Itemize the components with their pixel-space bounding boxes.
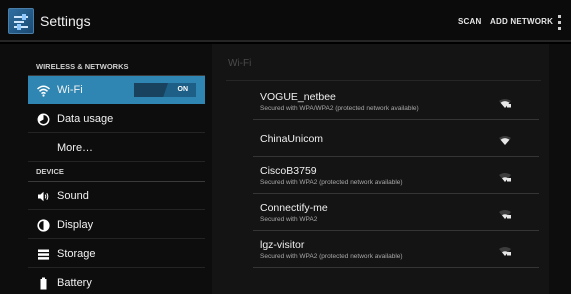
network-status: Secured with WPA2 bbox=[260, 216, 318, 223]
sidebar-item-wifi[interactable]: Wi-Fi ON bbox=[28, 76, 205, 104]
sidebar-item-label: Storage bbox=[57, 248, 96, 260]
speaker-icon bbox=[38, 191, 49, 202]
section-header-wireless: WIRELESS & NETWORKS bbox=[28, 56, 205, 76]
sidebar-item-label: Data usage bbox=[57, 113, 114, 125]
wifi-icon bbox=[37, 85, 50, 97]
sidebar-item-more[interactable]: More… bbox=[28, 134, 205, 162]
sidebar-item-battery[interactable]: Battery bbox=[28, 269, 205, 294]
network-name: Connectify-me bbox=[260, 202, 328, 214]
sidebar-item-label: Battery bbox=[57, 277, 92, 289]
sidebar-item-data-usage[interactable]: Data usage bbox=[28, 105, 205, 133]
action-bar: Settings SCAN ADD NETWORK bbox=[0, 0, 571, 42]
wifi-signal-icon bbox=[499, 136, 511, 145]
sidebar-item-label: Display bbox=[57, 219, 94, 231]
toggle-state-label: ON bbox=[177, 86, 189, 93]
sidebar-item-label: Wi-Fi bbox=[57, 84, 83, 96]
sidebar-item-label: More… bbox=[57, 142, 94, 154]
network-name: VOGUE_netbee bbox=[260, 91, 336, 103]
overflow-menu-icon[interactable] bbox=[558, 15, 562, 30]
network-name: ChinaUnicom bbox=[260, 133, 324, 145]
sidebar-item-storage[interactable]: Storage bbox=[28, 240, 205, 268]
network-row-vogue-netbee[interactable]: VOGUE_netbee Secured with WPA/WPA2 (prot… bbox=[253, 84, 539, 120]
battery-icon bbox=[40, 277, 47, 290]
wifi-signal-locked-icon bbox=[499, 99, 511, 108]
network-row-ciscob3759[interactable]: CiscoB3759 Secured with WPA2 (protected … bbox=[253, 158, 539, 194]
app-title: Settings bbox=[40, 13, 91, 29]
network-name: CiscoB3759 bbox=[260, 165, 317, 177]
network-row-lgz-visitor[interactable]: lgz-visitor Secured with WPA2 (protected… bbox=[253, 232, 539, 268]
add-network-button[interactable]: ADD NETWORK bbox=[490, 17, 553, 26]
sidebar-item-display[interactable]: Display bbox=[28, 211, 205, 239]
network-status: Secured with WPA2 (protected network ava… bbox=[260, 253, 403, 260]
wifi-signal-locked-icon bbox=[499, 173, 511, 182]
wifi-signal-locked-icon bbox=[499, 247, 511, 256]
toggle-thumb[interactable] bbox=[134, 83, 168, 97]
storage-icon bbox=[38, 249, 49, 260]
wifi-toggle[interactable]: ON bbox=[134, 83, 196, 97]
network-status: Secured with WPA/WPA2 (protected network… bbox=[260, 105, 419, 112]
wifi-signal-locked-icon bbox=[499, 210, 511, 219]
network-row-connectify-me[interactable]: Connectify-me Secured with WPA2 bbox=[253, 195, 539, 231]
wifi-section-header: Wi-Fi bbox=[228, 58, 252, 69]
data-usage-icon bbox=[37, 113, 50, 126]
settings-sidebar: WIRELESS & NETWORKS Wi-Fi ON Data usage … bbox=[28, 44, 205, 294]
settings-app-icon[interactable] bbox=[8, 8, 34, 34]
network-name: lgz-visitor bbox=[260, 239, 305, 251]
section-header-device: DEVICE bbox=[28, 162, 205, 182]
brightness-icon bbox=[37, 219, 50, 232]
wifi-panel: Wi-Fi VOGUE_netbee Secured with WPA/WPA2… bbox=[212, 44, 549, 294]
sidebar-item-label: Sound bbox=[57, 190, 89, 202]
network-status: Secured with WPA2 (protected network ava… bbox=[260, 179, 403, 186]
scan-button[interactable]: SCAN bbox=[458, 17, 481, 26]
sidebar-item-sound[interactable]: Sound bbox=[28, 182, 205, 210]
divider bbox=[226, 80, 541, 81]
network-row-chinaunicom[interactable]: ChinaUnicom bbox=[253, 121, 539, 157]
